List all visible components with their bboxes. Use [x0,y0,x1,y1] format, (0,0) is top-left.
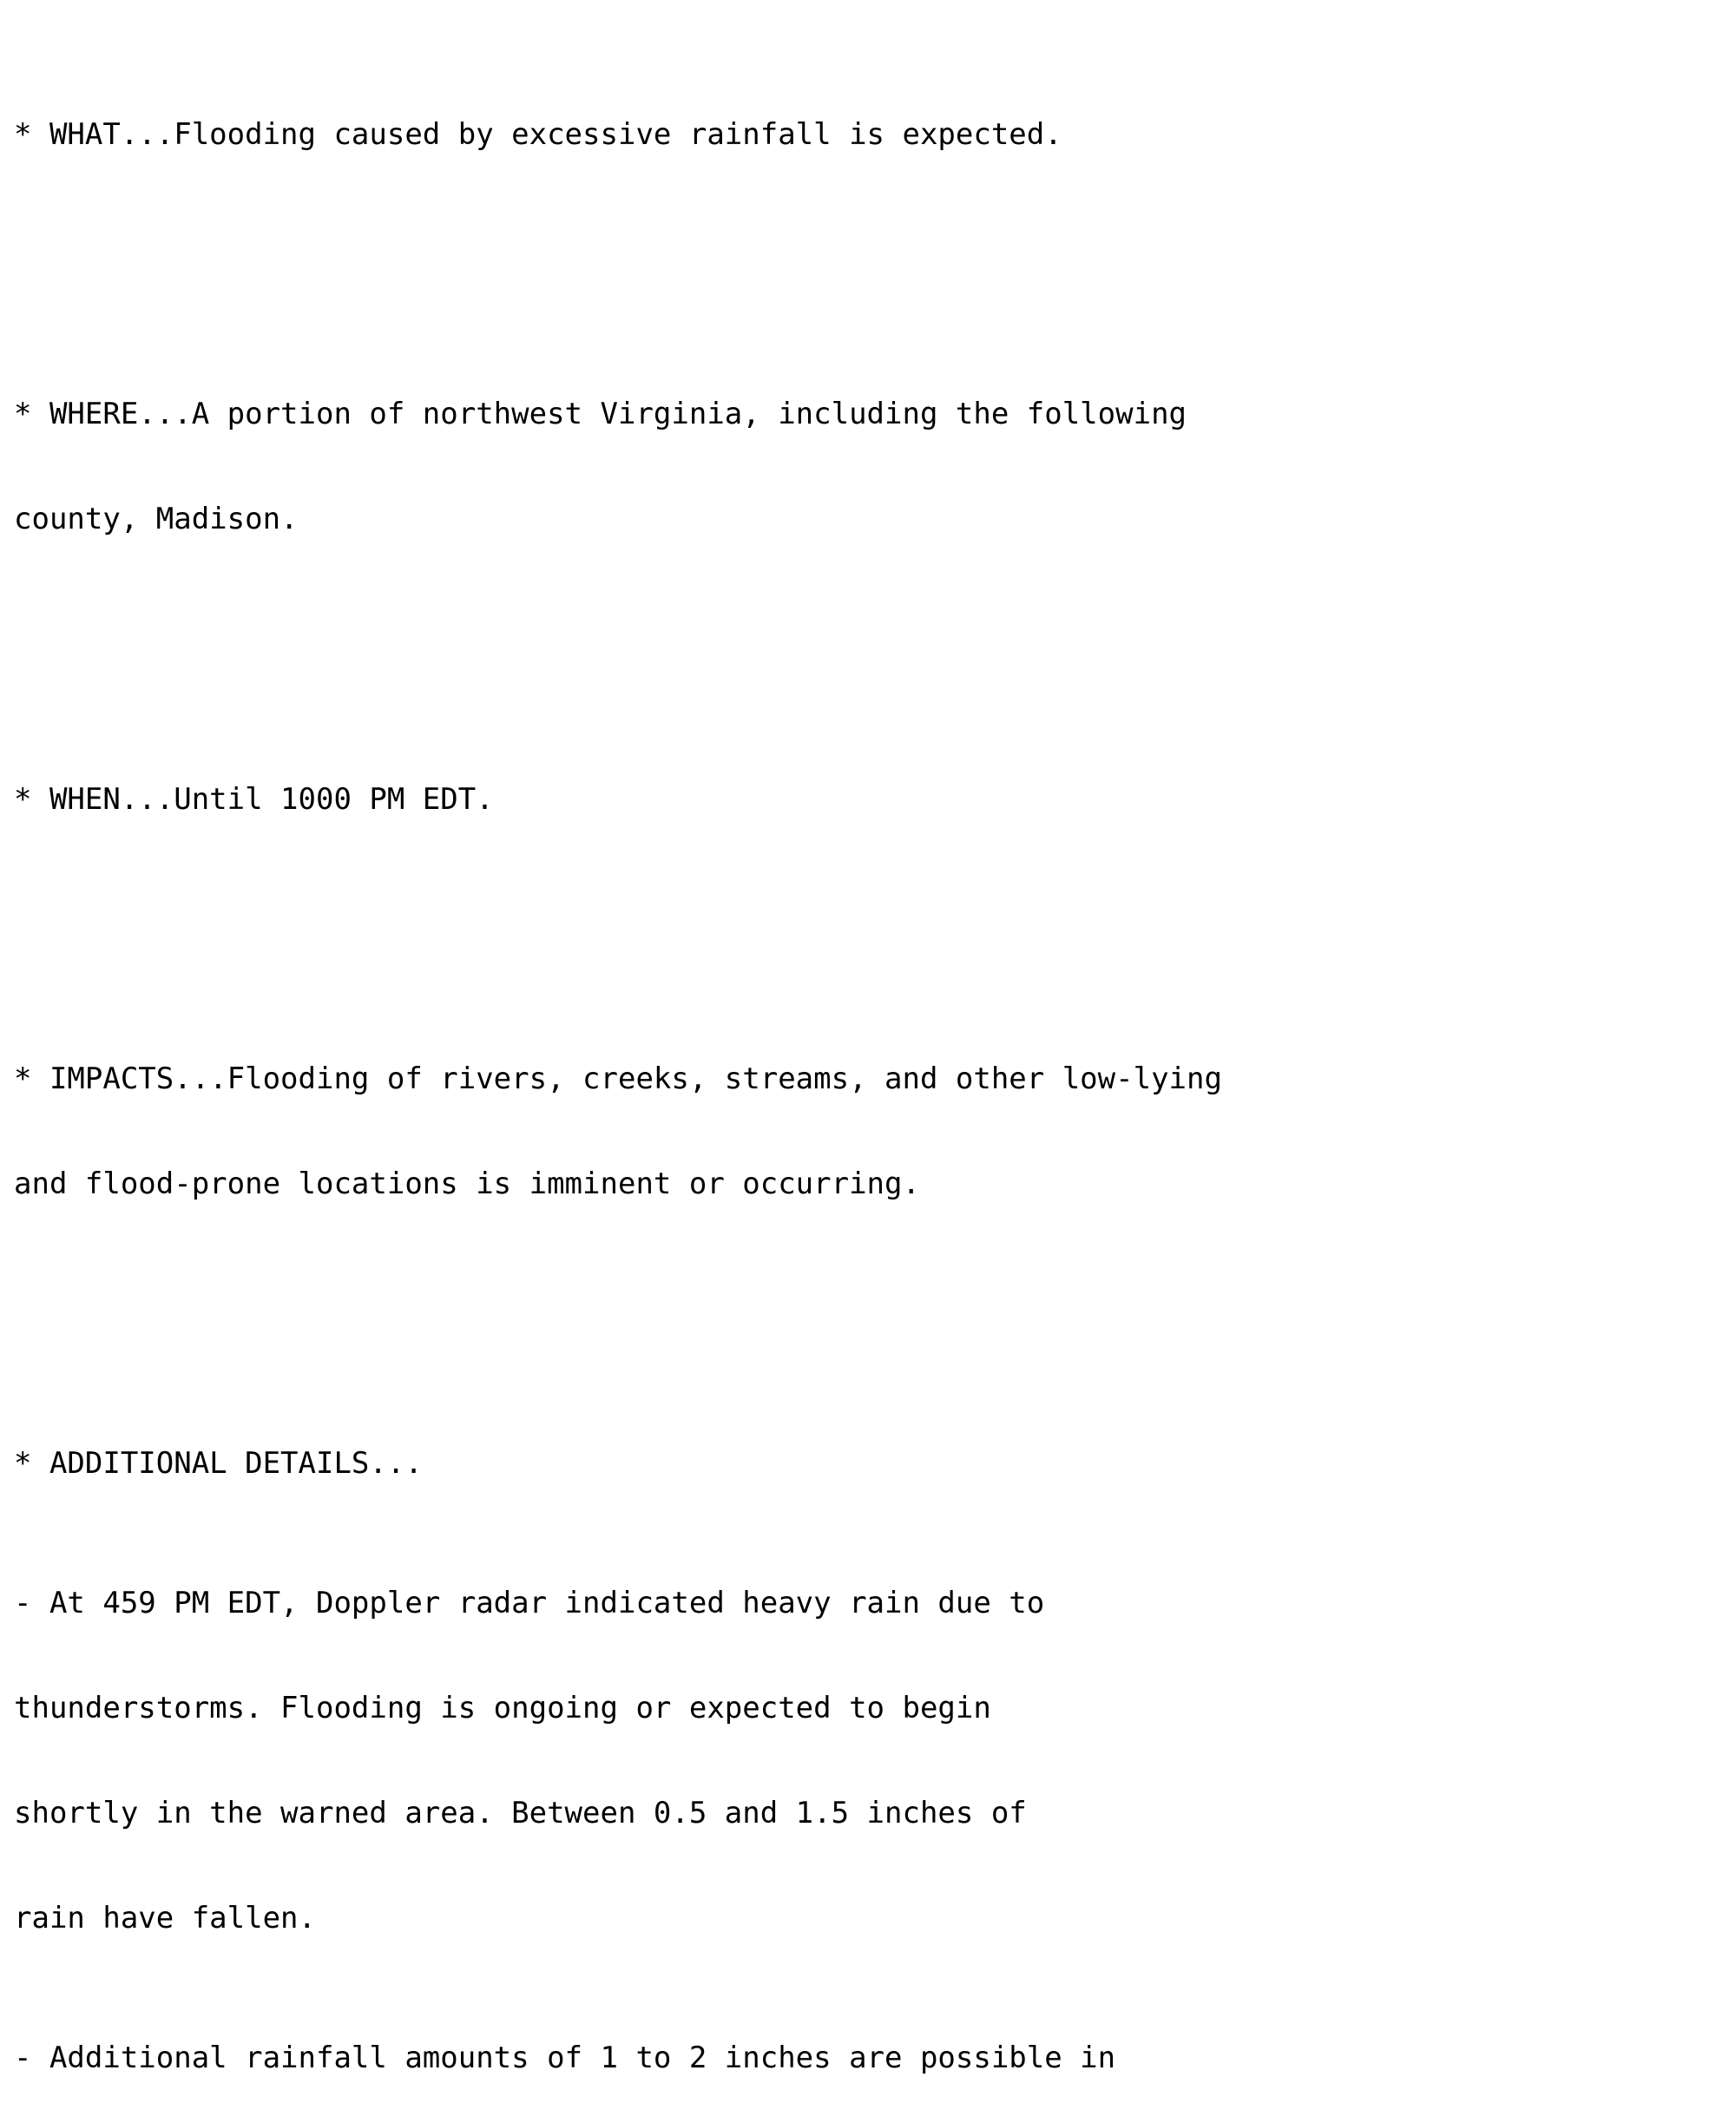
flood-warning-text-body: * WHAT...Flooding caused by excessive ra… [0,0,1736,2123]
detail-item-1-line-1: - At 459 PM EDT, Doppler radar indicated… [14,1586,1045,1621]
when-line-1: * WHEN...Until 1000 PM EDT. [14,781,494,817]
blank-line-2 [14,641,1736,676]
detail-item-1-line-3: shortly in the warned area. Between 0.5 … [14,1796,1027,1831]
impacts-line-2: and flood-prone locations is imminent or… [14,1166,920,1201]
impacts-line-1: * IMPACTS...Flooding of rivers, creeks, … [14,1061,1222,1096]
additional-details-heading: * ADDITIONAL DETAILS... [14,1446,423,1482]
blank-line-1 [14,257,1736,292]
detail-item-1-line-2: thunderstorms. Flooding is ongoing or ex… [14,1691,991,1726]
what-line-1: * WHAT...Flooding caused by excessive ra… [14,116,1062,152]
blank-line-4 [14,1306,1736,1341]
where-line-2: county, Madison. [14,502,299,537]
detail-item-2-line-1: - Additional rainfall amounts of 1 to 2 … [14,2041,1116,2076]
blank-line-3 [14,922,1736,956]
where-line-1: * WHERE...A portion of northwest Virgini… [14,397,1187,432]
detail-item-1-line-4: rain have fallen. [14,1901,316,1936]
